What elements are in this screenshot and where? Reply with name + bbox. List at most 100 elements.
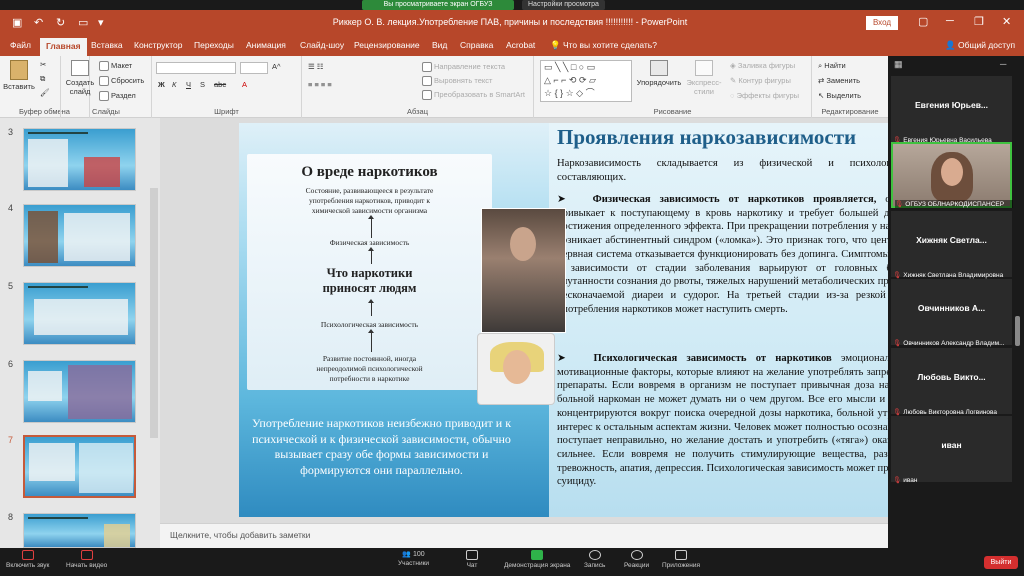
save-icon[interactable]: ▣ [12,16,22,29]
participant-video-tile[interactable]: 🎙 ОГБУЗ ОБЛНАРКОДИСПАНСЕР [891,142,1013,208]
start-slideshow-icon[interactable]: ▭ [78,16,88,29]
arrow-up-icon [368,247,374,264]
leave-meeting-button[interactable]: Выйти [984,556,1018,569]
physical-body: организм привыкает к поступающему в кров… [557,194,927,315]
thumb-image [68,365,132,419]
share-screen-button[interactable]: Демонстрация экрана [504,550,570,569]
gallery-minimize-icon[interactable]: ─ [1000,59,1006,69]
harm-info-card[interactable]: О вреде наркотиков Состояние, развивающе… [247,154,492,390]
thumbnails-scrollbar[interactable] [150,188,158,438]
shape-fill-button[interactable]: ◈ Заливка фигуры [730,61,795,70]
participant-tile[interactable]: Любовь Викто... 🎙 Любовь Викторовна Логвин… [891,348,1012,416]
slide-thumbnail-4[interactable] [23,204,136,267]
participant-tile[interactable]: Евгения Юрьев... 🎙 Евгения Юрьевна Василье… [891,76,1012,144]
screaming-woman-photo[interactable] [477,333,555,405]
share-screen-label: Демонстрация экрана [504,562,571,569]
apps-button[interactable]: Приложения [662,550,700,569]
select-button[interactable]: ↖ Выделить [818,91,861,100]
tab-file[interactable]: Файл [10,40,31,50]
slide-thumbnail-7[interactable] [23,435,136,498]
thumb-number: 5 [8,281,14,291]
strikethrough-icon[interactable]: abc [214,80,226,89]
participant-tile[interactable]: Хижняк Светла... 🎙 Хижняк Светлана Владими… [891,211,1012,279]
tab-animations[interactable]: Анимация [246,40,286,50]
tab-home[interactable]: Главная [40,38,87,56]
notes-pane[interactable]: Щелкните, чтобы добавить заметки [160,523,888,548]
shape-effects-button[interactable]: ◌ Эффекты фигуры [730,91,799,100]
gallery-view-icon[interactable]: ▦ [894,59,903,70]
start-video-button[interactable]: Начать видео [66,550,107,569]
bold-icon[interactable]: Ж [158,80,165,89]
quick-styles-button[interactable]: Экспресс-стили [684,60,724,96]
woman-photo[interactable] [481,208,566,333]
maximize-icon[interactable]: ❐ [974,15,984,28]
cut-icon[interactable]: ✂ [40,60,46,69]
tell-me-search[interactable]: 💡 Что вы хотите сделать? [550,40,657,51]
redo-icon[interactable]: ↻ [56,16,65,29]
view-options-button[interactable]: Настройки просмотра [522,0,605,10]
shape-outline-button[interactable]: ✎ Контур фигуры [730,76,791,85]
align-text-button[interactable]: Выровнять текст [422,76,492,87]
quick-access-more-icon[interactable]: ▾ [98,16,104,29]
close-icon[interactable]: ✕ [1002,15,1011,28]
ribbon-display-icon[interactable]: ▢ [918,15,928,28]
muted-mic-icon: 🎙 [893,409,902,416]
shape-fill-label: Заливка фигуры [737,61,796,70]
paste-button[interactable]: Вставить [2,60,36,91]
current-slide[interactable]: Проявления наркозависимости Наркозависим… [239,123,936,517]
shapes-gallery[interactable]: ▭ ╲ ╲ □ ○ ▭ △ ⌐ ⌐ ⟲ ⟳ ▱ ☆ { } ☆ ◇ ⌒ [540,60,632,102]
sign-in-button[interactable]: Вход [866,16,898,30]
slide-thumbnail-3[interactable] [23,128,136,191]
slide-thumbnail-8[interactable] [23,513,136,548]
align-icons[interactable]: ≡ ≡ ≡ ≡ [308,80,332,89]
tab-insert[interactable]: Вставка [91,40,123,50]
reset-button[interactable]: Сбросить [99,76,144,87]
slide-thumbnail-6[interactable] [23,360,136,423]
grow-font-icon[interactable]: A^ [272,62,281,71]
format-painter-icon[interactable]: 🖌 [40,88,50,97]
share-button[interactable]: 👤 Общий доступ [945,40,1015,51]
slide-thumbnail-5[interactable] [23,282,136,345]
copy-icon[interactable]: ⧉ [40,74,45,84]
tab-slideshow[interactable]: Слайд-шоу [300,40,344,50]
find-button[interactable]: ⌕ Найти [818,61,846,71]
tab-transitions[interactable]: Переходы [194,40,234,50]
slide-quote[interactable]: Употребление наркотиков неизбежно привод… [249,416,514,478]
tab-view[interactable]: Вид [432,40,447,50]
tab-help[interactable]: Справка [460,40,493,50]
tab-design[interactable]: Конструктор [134,40,182,50]
arrange-button[interactable]: Упорядочить [634,60,684,87]
participant-tile[interactable]: Овчинников А... 🎙 Овчинников Александр Вла… [891,279,1012,347]
underline-icon[interactable]: Ч [186,80,191,89]
section-button[interactable]: Раздел [99,91,136,102]
tab-review[interactable]: Рецензирование [354,40,420,50]
group-slides: Создать слайд Макет Сбросить Раздел Слай… [60,56,152,118]
intro-paragraph[interactable]: Наркозависимость складывается из физичес… [557,157,927,184]
participant-tile[interactable]: иван 🎙 иван [891,416,1012,484]
italic-icon[interactable]: К [172,80,176,89]
font-size-select[interactable] [240,62,268,74]
unmute-button[interactable]: Включить звук [6,550,49,569]
chat-button[interactable]: Чат [466,550,478,569]
font-color-icon[interactable]: A [242,80,247,89]
layout-button[interactable]: Макет [99,61,132,72]
slide-heading[interactable]: Проявления наркозависимости [557,125,856,150]
smartart-button[interactable]: Преобразовать в SmartArt [422,90,525,101]
font-name-select[interactable] [156,62,236,74]
gallery-scrollbar[interactable] [1015,316,1020,346]
shadow-icon[interactable]: S [200,80,205,89]
chat-label: Чат [466,562,478,569]
physical-paragraph[interactable]: ➤ Физическая зависимость от наркотиков п… [557,193,927,316]
bullets-icon[interactable]: ☰ ☷ [308,62,324,71]
reactions-button[interactable]: Реакции [624,550,649,569]
participant-label: 🎙 Овчинников Александр Владим... [893,339,1011,347]
new-slide-button[interactable]: Создать слайд [63,60,97,96]
text-direction-button[interactable]: Направление текста [422,62,505,73]
tab-acrobat[interactable]: Acrobat [506,40,535,50]
minimize-icon[interactable]: ─ [946,15,954,27]
undo-icon[interactable]: ↶ [34,16,43,29]
replace-button[interactable]: ⇄ Заменить [818,76,860,85]
participants-button[interactable]: 👥 100 Участники [398,550,429,567]
record-button[interactable]: Запись [584,550,605,569]
psych-paragraph[interactable]: ➤ Психологическая зависимость от наркоти… [557,352,927,489]
